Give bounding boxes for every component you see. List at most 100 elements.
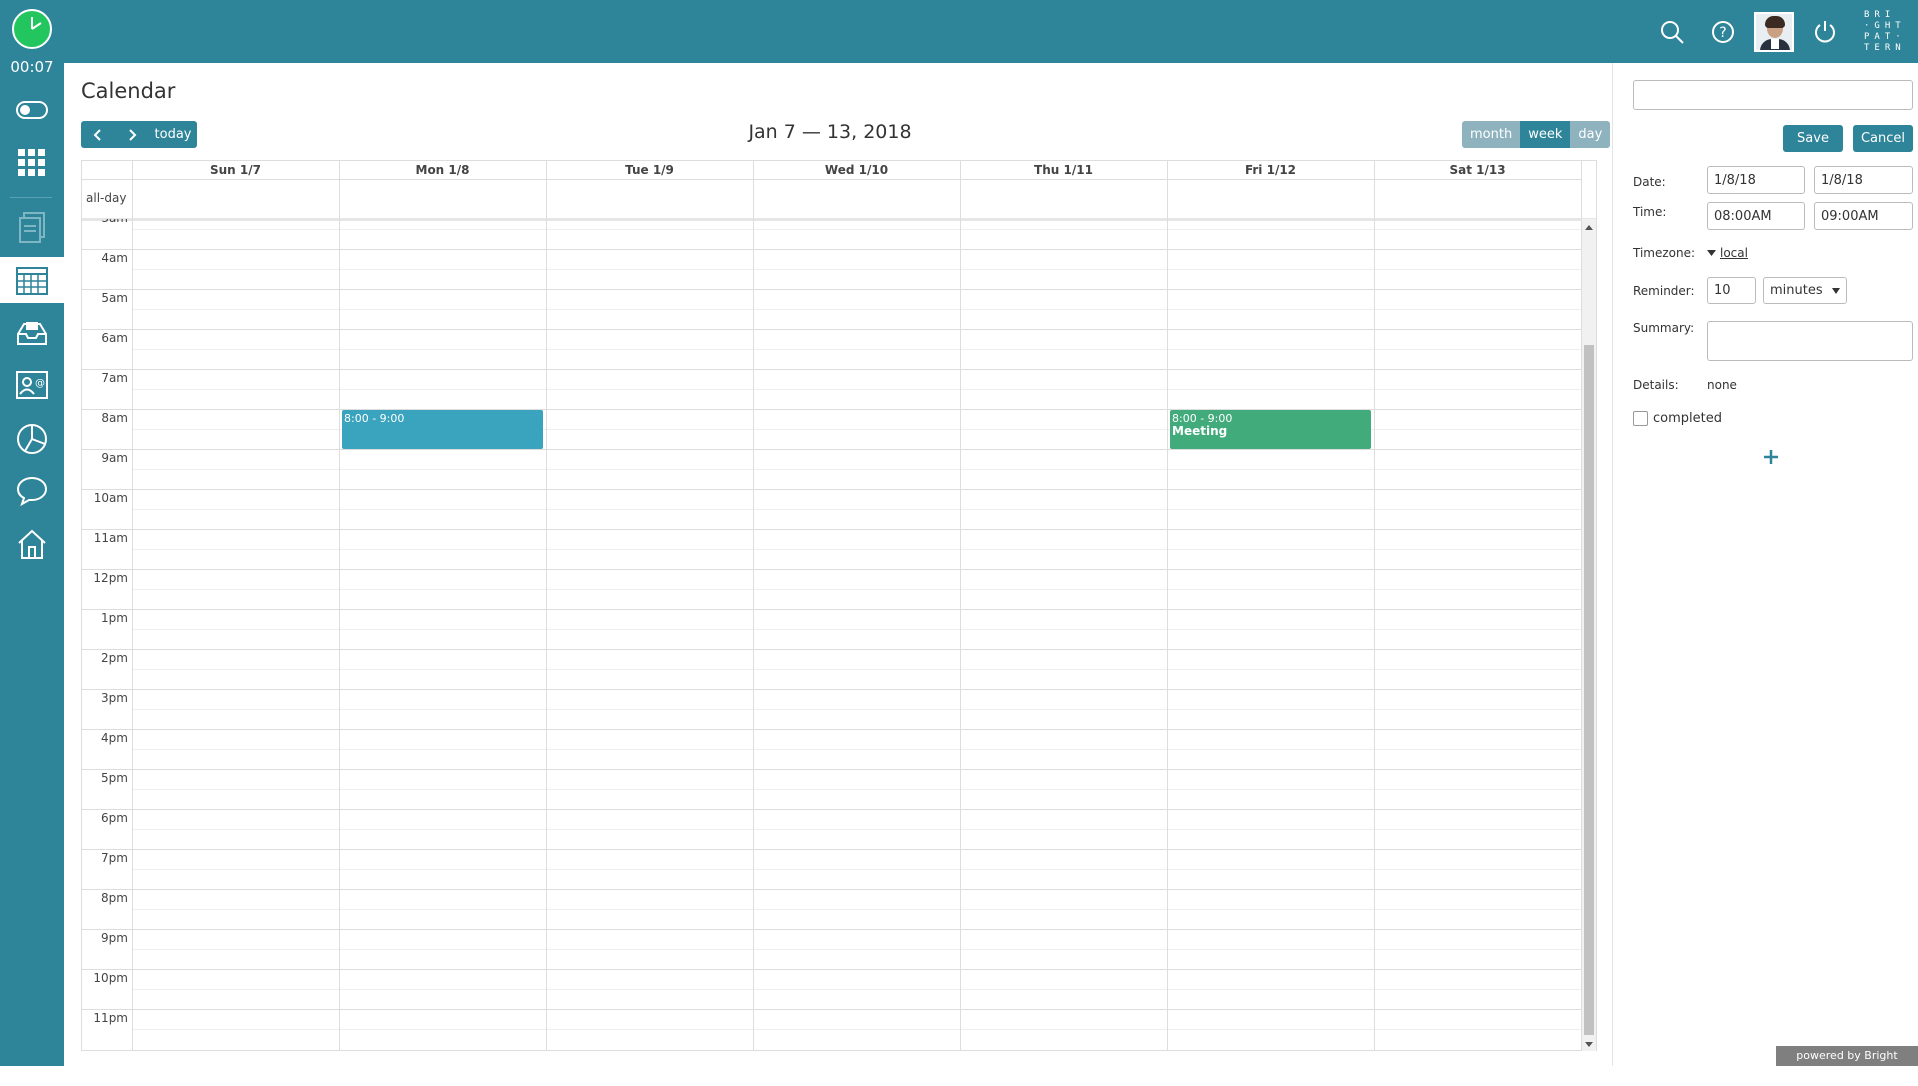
calendar-icon — [16, 265, 48, 295]
hour-label: 5am — [82, 291, 128, 305]
search-icon — [1659, 19, 1685, 45]
save-button[interactable]: Save — [1783, 125, 1843, 152]
hour-line — [82, 689, 1581, 690]
caret-down-icon — [1707, 250, 1716, 256]
sidebar-item-documents[interactable] — [0, 205, 64, 251]
header-divider — [82, 179, 1581, 180]
sidebar-item-home[interactable] — [0, 521, 64, 567]
sidebar-item-toggle[interactable] — [0, 87, 64, 133]
reminder-unit-select[interactable]: minutes — [1763, 277, 1847, 304]
completed-checkbox[interactable] — [1633, 411, 1648, 426]
logo-line: PAT· — [1864, 32, 1918, 43]
logout-button[interactable] — [1799, 0, 1850, 63]
end-time-input[interactable] — [1814, 202, 1913, 230]
scroll-up-icon[interactable] — [1585, 225, 1593, 230]
scroll-thumb[interactable] — [1584, 345, 1594, 1035]
sidebar-item-chat[interactable] — [0, 468, 64, 514]
logo-line: ·GHT — [1864, 21, 1918, 32]
half-hour-line — [132, 749, 1581, 750]
sidebar-item-inbox[interactable] — [0, 310, 64, 356]
hour-line — [82, 369, 1581, 370]
hour-line — [82, 489, 1581, 490]
time-grid[interactable]: 3am4am5am6am7am8am9am10am11am12pm1pm2pm3… — [82, 219, 1581, 1052]
date-range: Jan 7 — 13, 2018 — [600, 121, 1060, 143]
sidebar-item-calendar[interactable] — [0, 257, 64, 303]
hour-label: 7pm — [82, 851, 128, 865]
day-header: Fri 1/12 — [1167, 161, 1374, 179]
half-hour-line — [132, 309, 1581, 310]
hour-label: 3pm — [82, 691, 128, 705]
start-date-input[interactable] — [1707, 166, 1805, 194]
hour-label: 5pm — [82, 771, 128, 785]
half-hour-line — [132, 909, 1581, 910]
hour-line — [82, 449, 1581, 450]
hour-label: 12pm — [82, 571, 128, 585]
hour-label: 1pm — [82, 611, 128, 625]
reminder-unit-value: minutes — [1770, 283, 1823, 298]
help-icon: ? — [1710, 19, 1736, 45]
half-hour-line — [132, 1029, 1581, 1030]
details-label: Details: — [1633, 378, 1679, 392]
search-button[interactable] — [1646, 0, 1697, 63]
hour-label: 11pm — [82, 1011, 128, 1025]
half-hour-line — [132, 629, 1581, 630]
brand-logo: BRI ·GHT PAT· TERN — [1850, 0, 1918, 63]
today-button[interactable]: today — [149, 127, 197, 142]
next-week-button[interactable] — [115, 121, 149, 148]
details-value[interactable]: none — [1707, 378, 1737, 392]
prev-week-button[interactable] — [81, 121, 115, 148]
timezone-selector[interactable]: local — [1707, 246, 1748, 260]
column-divider — [753, 161, 754, 1051]
scroll-down-icon[interactable] — [1585, 1042, 1593, 1047]
hour-line — [82, 329, 1581, 330]
sidebar-divider — [10, 197, 52, 198]
cancel-button[interactable]: Cancel — [1853, 125, 1913, 152]
agent-status[interactable] — [0, 8, 64, 50]
reminder-input[interactable] — [1707, 277, 1756, 304]
hour-line — [82, 529, 1581, 530]
hour-label: 8pm — [82, 891, 128, 905]
svg-text:?: ? — [1719, 25, 1726, 41]
day-view-button[interactable]: day — [1570, 121, 1610, 148]
end-date-input[interactable] — [1814, 166, 1913, 194]
start-time-input[interactable] — [1707, 202, 1805, 230]
sidebar-item-contacts[interactable]: @ — [0, 362, 64, 408]
hour-label: 7am — [82, 371, 128, 385]
documents-icon — [18, 212, 46, 244]
summary-input[interactable] — [1707, 321, 1913, 361]
inbox-icon — [16, 320, 48, 346]
hour-line — [82, 569, 1581, 570]
calendar-event[interactable]: 8:00 - 9:00Meeting — [1170, 410, 1371, 449]
chat-icon — [16, 476, 48, 506]
clock-icon — [11, 8, 53, 50]
month-view-button[interactable]: month — [1462, 121, 1520, 148]
column-divider — [1167, 161, 1168, 1051]
sidebar-item-dialpad[interactable] — [0, 140, 64, 186]
status-timer: 00:07 — [0, 58, 64, 76]
column-divider — [1374, 161, 1375, 1051]
hour-line — [82, 1009, 1581, 1010]
half-hour-line — [132, 269, 1581, 270]
hour-line — [82, 649, 1581, 650]
half-hour-line — [132, 229, 1581, 230]
half-hour-line — [132, 509, 1581, 510]
add-icon[interactable] — [1763, 449, 1779, 465]
grid-scrollbar[interactable] — [1582, 219, 1596, 1051]
chevron-right-icon — [127, 129, 137, 141]
sidebar-item-reports[interactable] — [0, 416, 64, 462]
home-icon — [16, 528, 48, 560]
hour-line — [82, 889, 1581, 890]
half-hour-line — [132, 389, 1581, 390]
user-avatar-button[interactable] — [1748, 0, 1799, 63]
hour-label: 10pm — [82, 971, 128, 985]
calendar-event[interactable]: 8:00 - 9:00 — [342, 410, 543, 449]
hour-label: 6pm — [82, 811, 128, 825]
day-header: Mon 1/8 — [339, 161, 546, 179]
column-divider — [960, 161, 961, 1051]
summary-label: Summary: — [1633, 321, 1694, 335]
week-view-button[interactable]: week — [1520, 121, 1570, 148]
event-title-input[interactable] — [1633, 80, 1913, 110]
dropdown-arrow-icon — [1832, 288, 1840, 294]
help-button[interactable]: ? — [1697, 0, 1748, 63]
hour-line — [82, 929, 1581, 930]
